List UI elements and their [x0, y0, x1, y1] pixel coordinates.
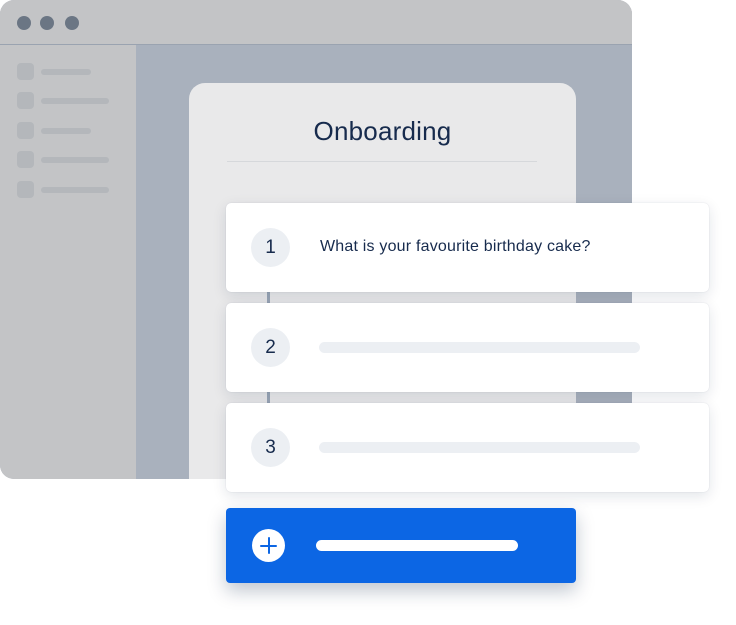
- sidebar-item-label-placeholder: [41, 187, 109, 193]
- sidebar-item-label-placeholder: [41, 69, 91, 75]
- plus-circle-icon: [252, 529, 285, 562]
- sidebar-item-icon: [17, 122, 34, 139]
- step-card[interactable]: 2: [226, 303, 709, 392]
- window-maximize-dot[interactable]: [65, 16, 79, 30]
- sidebar-item-icon: [17, 92, 34, 109]
- page-title: Onboarding: [313, 116, 452, 146]
- step-number-badge: 2: [251, 328, 290, 367]
- step-text-placeholder: [319, 342, 640, 353]
- sidebar-item-icon: [17, 181, 34, 198]
- window-titlebar: [0, 0, 632, 45]
- add-step-label-placeholder: [316, 540, 518, 551]
- sidebar-item[interactable]: [17, 92, 117, 110]
- sidebar-item-label-placeholder: [41, 128, 91, 134]
- add-step-button[interactable]: [226, 508, 576, 583]
- window-minimize-dot[interactable]: [40, 16, 54, 30]
- window-close-dot[interactable]: [17, 16, 31, 30]
- sidebar-item[interactable]: [17, 63, 117, 81]
- step-number-badge: 3: [251, 428, 290, 467]
- step-card[interactable]: 1 What is your favourite birthday cake?: [226, 203, 709, 292]
- title-divider: [227, 161, 537, 162]
- step-question-text: What is your favourite birthday cake?: [320, 238, 591, 255]
- step-card[interactable]: 3: [226, 403, 709, 492]
- sidebar-item-icon: [17, 63, 34, 80]
- sidebar-item[interactable]: [17, 122, 117, 140]
- sidebar-item[interactable]: [17, 151, 117, 169]
- sidebar-item-icon: [17, 151, 34, 168]
- step-number-badge: 1: [251, 228, 290, 267]
- sidebar: [0, 45, 136, 479]
- sidebar-item-label-placeholder: [41, 98, 109, 104]
- sidebar-item-label-placeholder: [41, 157, 109, 163]
- step-text-placeholder: [319, 442, 640, 453]
- sidebar-item[interactable]: [17, 181, 117, 199]
